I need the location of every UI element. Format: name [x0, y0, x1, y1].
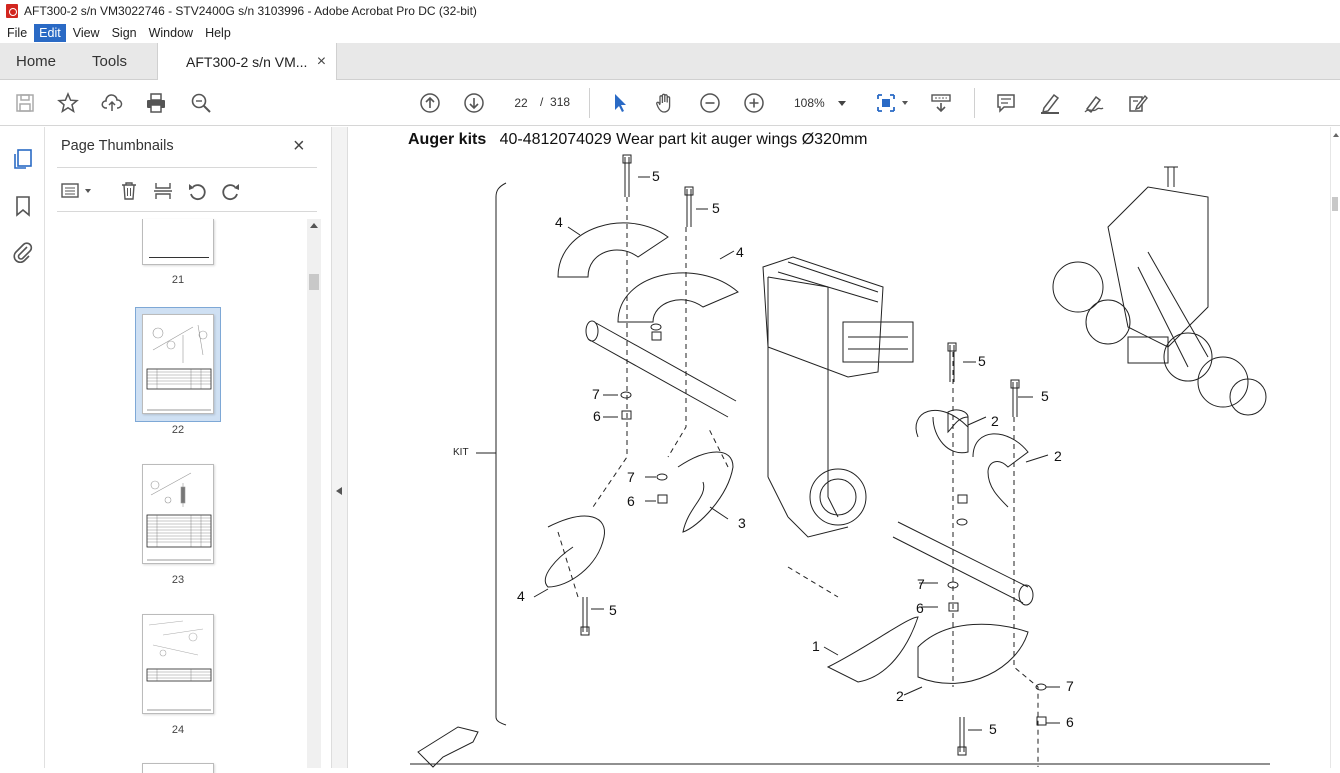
next-page-icon[interactable] [461, 90, 487, 116]
callout-number: 7 [592, 386, 600, 402]
rotate-ccw-icon[interactable] [187, 181, 207, 206]
thumbnail-label: 23 [171, 574, 185, 586]
comment-icon[interactable] [993, 90, 1019, 116]
delete-pages-icon[interactable] [119, 181, 139, 206]
tab-document-label: AFT300-2 s/n VM... [186, 54, 308, 70]
scroll-up-icon[interactable] [1333, 133, 1339, 137]
page-thumbnail-23[interactable] [142, 464, 214, 564]
page-number-input[interactable]: 22 [505, 92, 537, 114]
bookmarks-icon[interactable] [11, 194, 35, 218]
tab-close-icon[interactable]: × [317, 53, 326, 71]
exploded-parts-diagram [410, 154, 1270, 768]
thumbnail-label: 24 [171, 724, 185, 736]
menu-view[interactable]: View [68, 24, 105, 42]
menu-help[interactable]: Help [200, 24, 236, 42]
extract-pages-icon[interactable] [153, 181, 173, 206]
kit-label: KIT [453, 447, 469, 458]
toolbar-divider [589, 88, 590, 118]
callout-number: 5 [609, 602, 617, 618]
fill-sign-icon[interactable] [1125, 90, 1151, 116]
zoom-level-select[interactable]: 108% [786, 91, 852, 115]
scrollbar-thumb[interactable] [1332, 197, 1338, 211]
scroll-mode-icon[interactable] [928, 90, 954, 116]
page-thumbnail-25[interactable] [142, 763, 214, 773]
page-thumbnails-icon[interactable] [11, 147, 35, 171]
highlight-pen-icon[interactable] [1037, 90, 1063, 116]
main-toolbar: 22 / 318 108% [0, 80, 1340, 126]
callout-number: 5 [989, 721, 997, 737]
callout-number: 2 [896, 688, 904, 704]
tab-tools[interactable]: Tools [72, 43, 143, 79]
thumbnail-scrollbar[interactable] [307, 219, 321, 768]
rotate-cw-icon[interactable] [221, 181, 241, 206]
window-title: AFT300-2 s/n VM3022746 - STV2400G s/n 31… [24, 4, 477, 18]
callout-number: 6 [916, 600, 924, 616]
toolbar-divider-2 [974, 88, 975, 118]
callout-number: 5 [712, 200, 720, 216]
callout-number: 5 [1041, 388, 1049, 404]
page-fit-icon[interactable] [872, 90, 912, 116]
options-menu-icon[interactable] [61, 181, 93, 206]
print-icon[interactable] [143, 90, 169, 116]
document-scrollbar[interactable] [1330, 127, 1340, 768]
thumbnails-panel: Page Thumbnails × 21 22 23 24 [45, 127, 332, 773]
panel-title: Page Thumbnails [61, 138, 174, 154]
pdf-app-icon [6, 4, 18, 18]
menu-sign[interactable]: Sign [107, 24, 142, 42]
tab-bar: Home Tools AFT300-2 s/n VM... × [0, 43, 1340, 81]
upload-cloud-icon[interactable] [99, 90, 125, 116]
zoom-in-icon[interactable] [741, 90, 767, 116]
tab-document[interactable]: AFT300-2 s/n VM... × [157, 43, 338, 81]
panel-divider-2 [57, 211, 317, 212]
menu-bar: File Edit View Sign Window Help [0, 22, 1340, 43]
page-thumbnail-24[interactable] [142, 614, 214, 714]
callout-number: 6 [593, 408, 601, 424]
hand-tool-icon[interactable] [652, 90, 678, 116]
callout-number: 2 [991, 413, 999, 429]
previous-page-icon[interactable] [417, 90, 443, 116]
callout-number: 7 [1066, 678, 1074, 694]
zoom-out-icon[interactable] [697, 90, 723, 116]
bookmark-star-icon[interactable] [55, 90, 81, 116]
callout-number: 7 [917, 576, 925, 592]
document-viewer[interactable]: Auger kits 40-4812074029 Wear part kit a… [348, 127, 1330, 768]
left-nav-rail [0, 127, 45, 768]
callout-number: 6 [627, 493, 635, 509]
draw-sign-icon[interactable] [1081, 90, 1107, 116]
title-bar: AFT300-2 s/n VM3022746 - STV2400G s/n 31… [0, 0, 1340, 22]
menu-edit[interactable]: Edit [34, 23, 66, 42]
page-thumbnail-21[interactable] [142, 219, 214, 265]
callout-number: 6 [1066, 714, 1074, 730]
callout-number: 5 [652, 168, 660, 184]
callout-number: 4 [517, 588, 525, 604]
attachments-icon[interactable] [11, 240, 35, 264]
menu-window[interactable]: Window [144, 24, 198, 42]
panel-divider [57, 167, 317, 168]
thumbnail-label: 21 [171, 274, 185, 286]
close-panel-icon[interactable]: × [293, 135, 305, 158]
callout-number: 1 [812, 638, 820, 654]
callout-number: 3 [738, 515, 746, 531]
tab-home[interactable]: Home [0, 43, 72, 79]
scrollbar-thumb[interactable] [309, 274, 319, 290]
scroll-up-icon[interactable] [310, 223, 318, 228]
save-icon[interactable] [12, 90, 38, 116]
callout-number: 4 [736, 244, 744, 260]
callout-number: 7 [627, 469, 635, 485]
thumbnail-tools [57, 179, 317, 205]
page-total: / 318 [540, 95, 571, 109]
callout-number: 2 [1054, 448, 1062, 464]
zoom-search-icon[interactable] [188, 90, 214, 116]
thumbnail-label: 22 [171, 424, 185, 436]
callout-number: 4 [555, 214, 563, 230]
panel-collapse-handle[interactable] [332, 127, 348, 768]
menu-file[interactable]: File [2, 24, 32, 42]
callout-number: 5 [978, 353, 986, 369]
page-thumbnail-22[interactable] [142, 314, 214, 414]
collapse-arrow-icon [336, 487, 342, 495]
select-cursor-icon[interactable] [607, 90, 633, 116]
